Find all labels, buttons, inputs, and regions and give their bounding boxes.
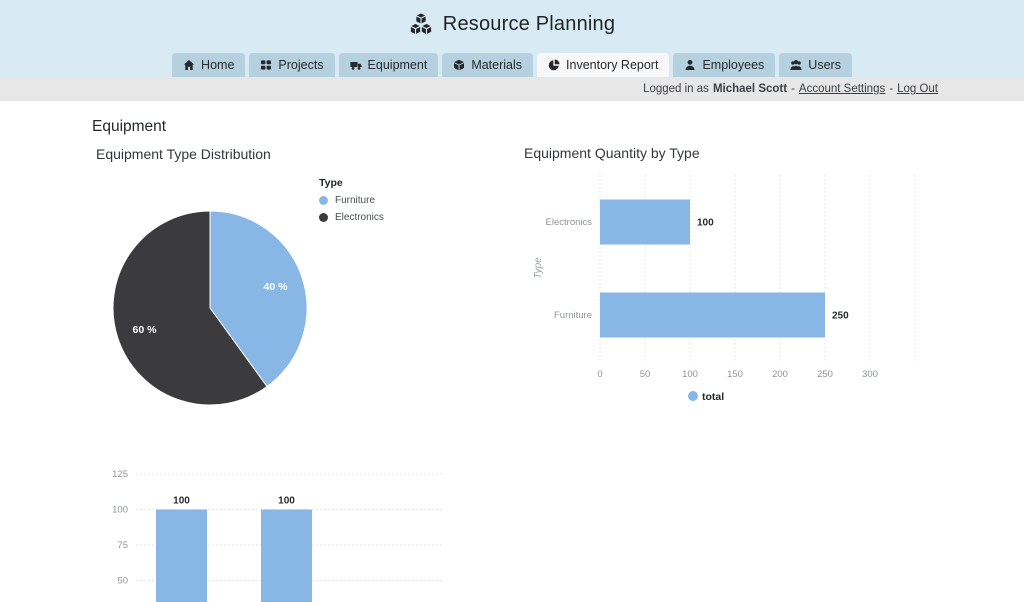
legend-dot — [319, 196, 328, 205]
legend-label: total — [702, 391, 724, 403]
bar-2 — [261, 510, 312, 602]
bar-value-label: 100 — [173, 496, 190, 507]
y-tick-label: 125 — [112, 469, 128, 480]
app-title-row: Resource Planning — [0, 12, 1024, 36]
legend-dot — [688, 391, 698, 401]
tab-home[interactable]: Home — [172, 53, 245, 77]
legend-item-electronics: Electronics — [319, 212, 384, 223]
tab-materials[interactable]: Materials — [442, 53, 533, 77]
pie-slice-label: 40 % — [264, 281, 289, 293]
bar-electronics — [600, 200, 690, 245]
tab-employees[interactable]: Employees — [673, 53, 775, 77]
x-tick-label: 0 — [597, 369, 602, 380]
bar-1 — [156, 510, 207, 602]
x-tick-label: 300 — [862, 369, 878, 380]
y-tick-label: 50 — [117, 576, 128, 587]
tab-label: Employees — [702, 58, 764, 72]
session-prefix: Logged in as — [643, 83, 709, 95]
pie-legend: Type Furniture Electronics — [319, 177, 384, 229]
tab-label: Home — [201, 58, 234, 72]
x-tick-label: 100 — [682, 369, 698, 380]
box-icon — [453, 59, 465, 71]
session-separator: - — [889, 83, 893, 95]
x-tick-label: 50 — [640, 369, 651, 380]
users-icon — [790, 59, 802, 71]
pie-slice-label: 60 % — [133, 324, 158, 336]
grid-icon — [260, 59, 272, 71]
tab-label: Materials — [471, 58, 522, 72]
pie-legend-title: Type — [319, 177, 384, 189]
page-title: Equipment — [92, 118, 166, 136]
main-content: Equipment Equipment Type Distribution 40… — [0, 101, 1024, 602]
x-tick-label: 150 — [727, 369, 743, 380]
bar-value-label: 250 — [832, 311, 849, 322]
cubes-icon — [409, 12, 433, 36]
y-tick-label: 75 — [117, 540, 128, 551]
bar-furniture — [600, 293, 825, 338]
user-icon — [684, 59, 696, 71]
legend-dot — [319, 213, 328, 222]
tab-label: Equipment — [368, 58, 428, 72]
y-tick-label: 100 — [112, 505, 128, 516]
app-title: Resource Planning — [443, 13, 615, 36]
legend-label: Furniture — [335, 195, 375, 206]
partial-bar-chart: 125 100 75 50 100 100 — [90, 455, 455, 602]
tab-users[interactable]: Users — [779, 53, 852, 77]
tab-label: Users — [808, 58, 841, 72]
category-label: Furniture — [554, 310, 592, 321]
tab-projects[interactable]: Projects — [249, 53, 334, 77]
x-tick-label: 200 — [772, 369, 788, 380]
home-icon — [183, 59, 195, 71]
pie-chart-icon — [548, 59, 560, 71]
bar-value-label: 100 — [278, 496, 295, 507]
pie-chart-title: Equipment Type Distribution — [96, 146, 271, 162]
tab-equipment[interactable]: Equipment — [339, 53, 439, 77]
x-tick-label: 250 — [817, 369, 833, 380]
logout-link[interactable]: Log Out — [897, 83, 938, 95]
account-settings-link[interactable]: Account Settings — [799, 83, 885, 95]
category-label: Electronics — [546, 217, 593, 228]
equipment-type-pie-chart: 40 % 60 % — [110, 208, 310, 408]
legend-label: Electronics — [335, 212, 384, 223]
y-axis-label: Type — [533, 257, 544, 279]
equipment-quantity-bar-chart: 100 Electronics 250 Furniture 0 50 100 150 200 25… — [530, 170, 930, 410]
session-bar: Logged in as Michael Scott - Account Set… — [0, 77, 1024, 101]
truck-icon — [350, 59, 362, 71]
tab-label: Inventory Report — [566, 58, 658, 72]
logged-in-user: Michael Scott — [713, 83, 787, 95]
nav-tabs: Home Projects Equipment Materials Inventory … — [0, 53, 1024, 77]
legend-item-furniture: Furniture — [319, 195, 384, 206]
bar-value-label: 100 — [697, 218, 714, 229]
app-header: Resource Planning Home Projects Equipment M… — [0, 0, 1024, 77]
tab-label: Projects — [278, 58, 323, 72]
tab-inventory-report[interactable]: Inventory Report — [537, 53, 669, 77]
session-separator: - — [791, 83, 795, 95]
bar-chart-title: Equipment Quantity by Type — [524, 145, 700, 161]
